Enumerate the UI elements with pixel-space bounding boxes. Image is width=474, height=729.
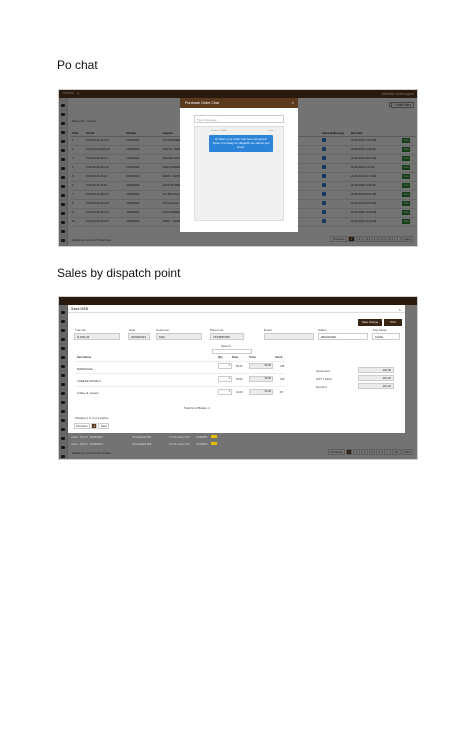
customer-label: Customer (156, 328, 170, 332)
gross-amt-field: 132.00 (358, 367, 394, 373)
net-amt-label: Net Amt (316, 385, 327, 389)
date-field[interactable]: 20/08/2024 (128, 333, 150, 340)
qty-input[interactable]: 1 (218, 363, 232, 369)
cell: PQ-22 (80, 443, 88, 446)
item-stock: 36 (280, 391, 283, 394)
cell: 22/08/2024 (89, 443, 103, 446)
pay-mode-label: Pay Mode (373, 328, 387, 332)
phone-field[interactable]: 7234896789 (210, 333, 244, 340)
gst-field: 101.20 (358, 375, 394, 381)
print-button[interactable]: Print (384, 319, 402, 326)
modal-title: Sales WEB (71, 307, 89, 311)
pager-page[interactable]: 1 (90, 423, 98, 429)
item-name: Coffee-itl, sweets (77, 391, 99, 395)
phone-label: Phone No (210, 328, 224, 332)
modal-header: Sales WEB × (68, 305, 405, 313)
item-name-header: Item Name (77, 355, 92, 359)
cell: Ahmedabad 945 (132, 436, 152, 439)
close-icon[interactable]: × (292, 100, 294, 105)
status-badge (211, 435, 218, 438)
cell: S-X-S-1-Dec-V15 (169, 443, 190, 446)
sales-screenshot: Showing 1 to 10 of 16 entries Previous12… (58, 296, 418, 460)
divider (75, 373, 285, 374)
cell: CGSDRM (195, 436, 208, 439)
item-total: 41.00 (249, 389, 273, 395)
net-amt-field: 101.20 (358, 383, 394, 389)
qty-input[interactable]: 1 (218, 389, 232, 395)
message-sender: Vishnu 1:11 AM (211, 130, 227, 132)
item-total: 56.00 (249, 363, 273, 369)
message-input[interactable]: Type Message... (194, 115, 284, 123)
search-label: Search: (221, 344, 232, 348)
cell: Ahmedabad 945 (132, 443, 152, 446)
item-stock: 100 (280, 378, 285, 381)
section-heading-po-chat: Po chat (57, 58, 98, 72)
chat-message-bubble: Hi Team your order has been accepted. Si… (209, 135, 273, 152)
tran-no-field[interactable]: S-WD-42 (74, 333, 120, 340)
sales-web-modal: Sales WEB × Save change Print Tran No S-… (68, 305, 405, 433)
save-change-button[interactable]: Save change (358, 319, 382, 326)
close-icon[interactable]: × (399, 307, 401, 312)
tran-no-label: Tran No (75, 328, 86, 332)
divider (75, 361, 285, 362)
qty-input[interactable]: 1 (218, 376, 232, 382)
pager-previous[interactable]: Previous (74, 423, 90, 429)
cell: PQ-20 (79, 436, 88, 439)
cell: Jasmi (71, 436, 78, 439)
pay-mode-select[interactable]: CASH (372, 333, 400, 340)
items-table-info: Showing 1 to 3 of 3 entries (75, 416, 109, 420)
pager-next[interactable]: Next (98, 423, 110, 429)
divider (75, 386, 285, 387)
cell: S-X-S-1-Dec-V15 (169, 436, 190, 439)
item-name: CHEESE MOSALA (77, 379, 101, 383)
email-label: Email (264, 328, 272, 332)
modal-title: Purchase Order Chat (185, 101, 219, 105)
status-badge (211, 442, 218, 445)
message-status: Sent (268, 130, 274, 132)
table-row: Jason PQ-22 22/08/2024 Ahmedabad 945 S-X… (71, 442, 218, 446)
rate-header: Rate (232, 355, 239, 359)
gross-amt-label: Gross Amt (316, 369, 331, 373)
table-row: Jasmi PQ-20 26/08/2024 Ahmedabad 945 S-X… (71, 435, 218, 439)
cell: CGSDRM (195, 443, 208, 446)
search-input[interactable] (212, 349, 252, 354)
item-stock: 236 (280, 365, 285, 368)
status-select[interactable]: RECEIVED (318, 333, 368, 340)
item-rate: 35.00 (236, 378, 243, 381)
item-total: 35.00 (249, 376, 273, 382)
po-chat-screenshot: Vishnu ≡ Member User Logout + Add New Sh… (58, 89, 418, 247)
item-rate: 41.00 (236, 391, 243, 394)
stock-header: Stock (275, 355, 283, 359)
gst-label: GST ( 12%) (316, 377, 332, 381)
cell: 26/08/2024 (89, 436, 103, 439)
purchase-order-chat-modal: Purchase Order Chat × Type Message... Vi… (180, 98, 298, 232)
customer-field[interactable]: Dilip (156, 333, 202, 340)
item-rate: 56.00 (236, 365, 243, 368)
cell: Jason (71, 443, 78, 446)
status-label: Status (318, 328, 327, 332)
items-pagination: Previous 1 Next (74, 423, 110, 429)
item-name: MARKHSIAL (77, 367, 94, 371)
email-field[interactable] (264, 333, 314, 340)
total-bottles: Total No of Bottles: 4 (184, 406, 210, 410)
total-header: Total (249, 355, 256, 359)
chat-history: Vishnu 1:11 AM Sent Hi Team your order h… (194, 126, 284, 221)
modal-header: Purchase Order Chat × (180, 98, 298, 108)
qty-header: Qty (218, 355, 223, 359)
date-label: Date (129, 328, 136, 332)
section-heading-sales: Sales by dispatch point (57, 266, 181, 280)
